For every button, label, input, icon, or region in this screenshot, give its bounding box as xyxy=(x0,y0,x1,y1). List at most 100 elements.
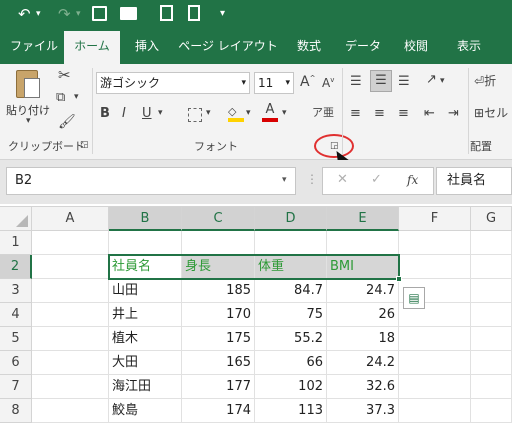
row-header-2[interactable]: 2 xyxy=(0,255,32,279)
cell-d1[interactable] xyxy=(255,231,327,255)
font-name-box[interactable]: 游ゴシック ▾ xyxy=(96,72,250,94)
cell-g5[interactable] xyxy=(471,327,512,351)
cell-b6[interactable]: 大田 xyxy=(109,351,182,375)
cell-e2[interactable]: BMI xyxy=(327,255,399,279)
column-header-d[interactable]: D xyxy=(255,207,327,231)
tab-file[interactable]: ファイル xyxy=(6,28,62,64)
cell-d6[interactable]: 66 xyxy=(255,351,327,375)
underline-button[interactable]: U xyxy=(142,106,152,121)
quick-analysis-icon[interactable]: ▤ xyxy=(403,287,425,309)
fill-dropdown-icon[interactable]: ▾ xyxy=(246,108,251,118)
cell-e7[interactable]: 32.6 xyxy=(327,375,399,399)
column-header-a[interactable]: A xyxy=(32,207,109,231)
cell-a4[interactable] xyxy=(32,303,109,327)
paste-dropdown-icon[interactable]: ▾ xyxy=(26,116,31,126)
print-preview-icon[interactable] xyxy=(160,5,173,21)
new-document-icon[interactable] xyxy=(188,5,200,21)
font-size-box[interactable]: 11 ▾ xyxy=(254,72,294,94)
cell-e3[interactable]: 24.7 xyxy=(327,279,399,303)
cell-e5[interactable]: 18 xyxy=(327,327,399,351)
cell-d7[interactable]: 102 xyxy=(255,375,327,399)
orientation-icon[interactable]: ↗ xyxy=(426,72,437,87)
cell-b8[interactable]: 鮫島 xyxy=(109,399,182,423)
row-header-6[interactable]: 6 xyxy=(0,351,32,375)
row-header-3[interactable]: 3 xyxy=(0,279,32,303)
cell-b3[interactable]: 山田 xyxy=(109,279,182,303)
align-bottom-icon[interactable]: ☰ xyxy=(398,74,410,89)
row-header-5[interactable]: 5 xyxy=(0,327,32,351)
fill-handle[interactable] xyxy=(396,276,402,282)
undo-dropdown-icon[interactable]: ▾ xyxy=(36,3,41,25)
select-all-button[interactable] xyxy=(0,207,32,231)
cell-g8[interactable] xyxy=(471,399,512,423)
align-top-icon[interactable]: ☰ xyxy=(350,74,362,89)
increase-font-icon[interactable]: A^ xyxy=(300,74,315,90)
cell-g1[interactable] xyxy=(471,231,512,255)
cell-a1[interactable] xyxy=(32,231,109,255)
cell-c2[interactable]: 身長 xyxy=(182,255,255,279)
italic-button[interactable]: I xyxy=(122,106,126,121)
tab-data[interactable]: データ xyxy=(338,28,388,64)
undo-icon[interactable]: ↶ xyxy=(18,3,31,25)
font-color-dropdown-icon[interactable]: ▾ xyxy=(282,108,287,118)
cell-e6[interactable]: 24.2 xyxy=(327,351,399,375)
tab-formulas[interactable]: 数式 xyxy=(288,28,330,64)
copy-dropdown-icon[interactable]: ▾ xyxy=(74,92,79,102)
cell-e8[interactable]: 37.3 xyxy=(327,399,399,423)
chevron-down-icon[interactable]: ▾ xyxy=(285,73,290,93)
decrease-indent-icon[interactable]: ⇤ xyxy=(424,106,435,121)
cell-b7[interactable]: 海江田 xyxy=(109,375,182,399)
cell-f1[interactable] xyxy=(399,231,471,255)
cell-f6[interactable] xyxy=(399,351,471,375)
folder-icon[interactable] xyxy=(120,7,137,20)
column-header-b[interactable]: B xyxy=(109,207,182,231)
insert-function-icon[interactable]: fx xyxy=(407,173,418,187)
cell-g4[interactable] xyxy=(471,303,512,327)
tab-page-layout[interactable]: ページ レイアウト xyxy=(172,28,284,64)
align-left-icon[interactable]: ≡ xyxy=(350,106,361,121)
border-dropdown-icon[interactable]: ▾ xyxy=(206,108,211,118)
chevron-down-icon[interactable]: ▾ xyxy=(241,73,246,93)
cell-f5[interactable] xyxy=(399,327,471,351)
cell-e4[interactable]: 26 xyxy=(327,303,399,327)
row-header-1[interactable]: 1 xyxy=(0,231,32,255)
chevron-down-icon[interactable]: ▾ xyxy=(282,175,287,185)
tab-home[interactable]: ホーム xyxy=(64,31,120,64)
row-header-7[interactable]: 7 xyxy=(0,375,32,399)
cell-d4[interactable]: 75 xyxy=(255,303,327,327)
cell-c5[interactable]: 175 xyxy=(182,327,255,351)
cell-c4[interactable]: 170 xyxy=(182,303,255,327)
column-header-g[interactable]: G xyxy=(471,207,512,231)
cell-g2[interactable] xyxy=(471,255,512,279)
bold-button[interactable]: B xyxy=(100,106,110,121)
cell-g6[interactable] xyxy=(471,351,512,375)
cell-c6[interactable]: 165 xyxy=(182,351,255,375)
column-header-e[interactable]: E xyxy=(327,207,399,231)
align-middle-icon[interactable]: ☰ xyxy=(370,70,392,92)
cell-d2[interactable]: 体重 xyxy=(255,255,327,279)
save-icon[interactable] xyxy=(92,6,107,21)
cell-d5[interactable]: 55.2 xyxy=(255,327,327,351)
orientation-dropdown-icon[interactable]: ▾ xyxy=(440,76,445,86)
font-color-icon[interactable]: A xyxy=(262,102,278,122)
column-header-f[interactable]: F xyxy=(399,207,471,231)
cell-d8[interactable]: 113 xyxy=(255,399,327,423)
cell-e1[interactable] xyxy=(327,231,399,255)
cell-f8[interactable] xyxy=(399,399,471,423)
cancel-icon[interactable]: ✕ xyxy=(337,172,348,187)
tab-insert[interactable]: 挿入 xyxy=(124,28,170,64)
merge-center-button[interactable]: ⊞セル xyxy=(474,104,508,121)
tab-review[interactable]: 校閲 xyxy=(394,28,438,64)
decrease-font-icon[interactable]: Av xyxy=(322,76,334,90)
cell-a3[interactable] xyxy=(32,279,109,303)
wrap-text-button[interactable]: ⏎折 xyxy=(474,72,496,89)
cell-a2[interactable] xyxy=(32,255,109,279)
cell-f2[interactable] xyxy=(399,255,471,279)
cell-c1[interactable] xyxy=(182,231,255,255)
align-right-icon[interactable]: ≡ xyxy=(398,106,409,121)
clipboard-launcher-icon[interactable]: ◲ xyxy=(80,140,89,150)
cell-g7[interactable] xyxy=(471,375,512,399)
cell-a7[interactable] xyxy=(32,375,109,399)
name-box[interactable]: B2 xyxy=(6,167,296,195)
cell-b5[interactable]: 植木 xyxy=(109,327,182,351)
